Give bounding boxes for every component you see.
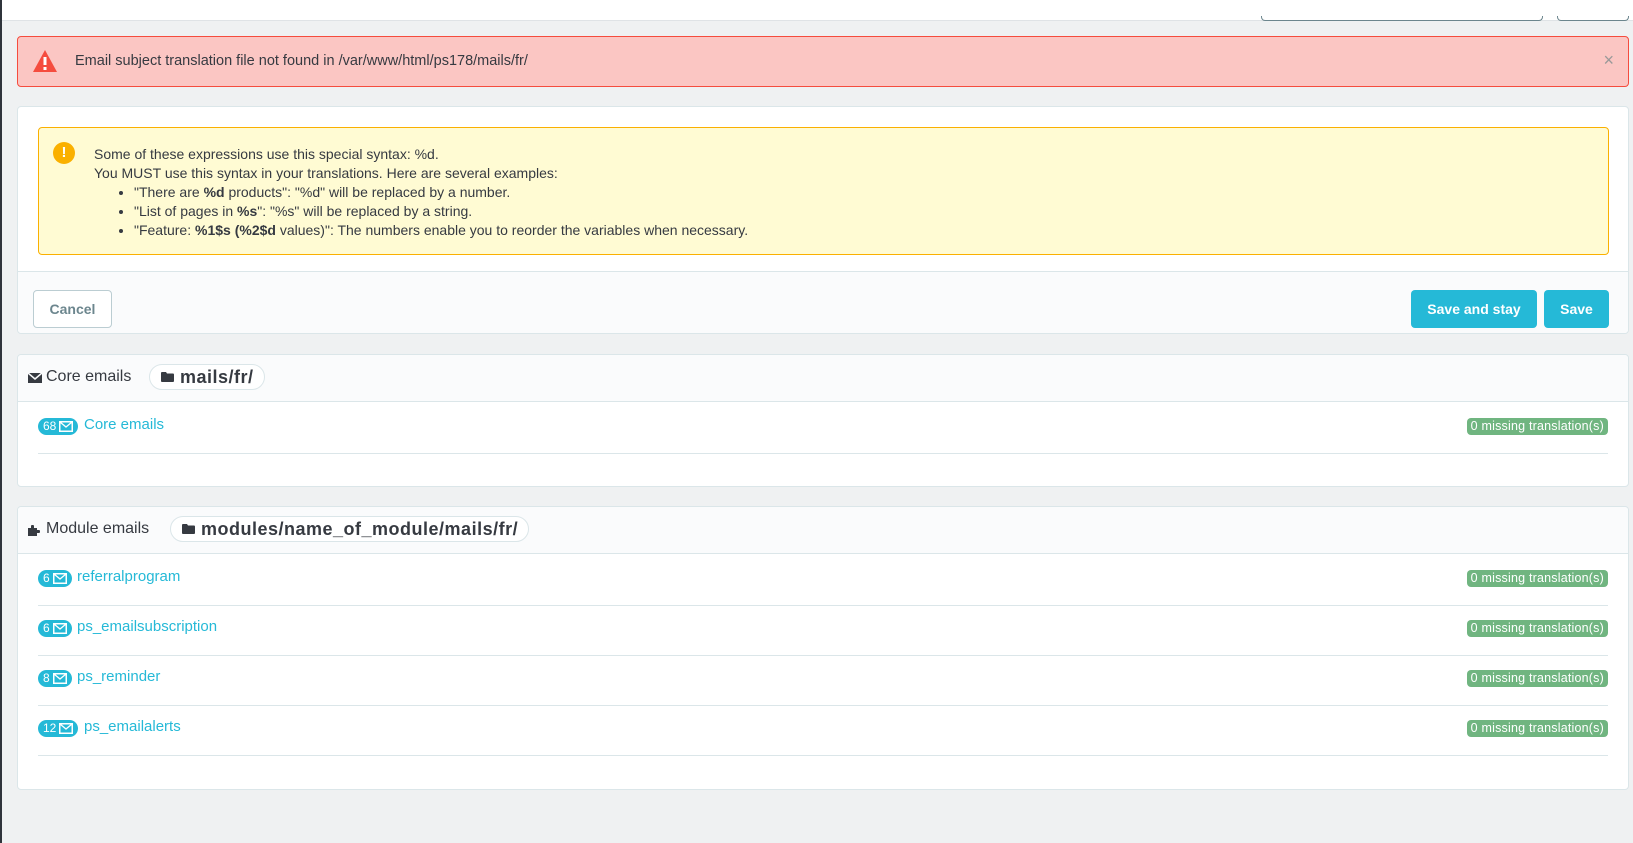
missing-translations-badge: 0 missing translation(s) (1466, 570, 1608, 587)
example-item: "List of pages in %s": "%s" will be repl… (134, 202, 748, 221)
list-item: 8 ps_reminder 0 missing translation(s) (38, 655, 1608, 706)
example-item: "There are %d products": "%d" will be re… (134, 183, 748, 202)
translation-form-panel: ! Some of these expressions use this spe… (17, 106, 1629, 334)
warning-line: Some of these expressions use this speci… (94, 146, 439, 162)
module-emails-panel: Module emails modules/name_of_module/mai… (17, 506, 1629, 790)
syntax-warning-alert: ! Some of these expressions use this spe… (38, 127, 1609, 255)
core-emails-panel: Core emails mails/fr/ 68 Core emails 0 m… (17, 354, 1629, 487)
error-alert: Email subject translation file not found… (17, 36, 1629, 87)
exclamation-circle-icon: ! (53, 142, 75, 164)
path-badge: mails/fr/ (149, 364, 265, 390)
email-link[interactable]: ps_reminder (77, 668, 160, 685)
path-badge: modules/name_of_module/mails/fr/ (170, 516, 530, 542)
warning-content: Some of these expressions use this speci… (94, 145, 748, 240)
folder-icon (161, 372, 174, 382)
close-icon[interactable]: × (1603, 50, 1614, 70)
panel-title: Core emails (46, 368, 132, 385)
warning-triangle-icon (33, 50, 57, 72)
envelope-outline-icon (59, 421, 74, 432)
list-item: 68 Core emails 0 missing translation(s) (38, 403, 1608, 454)
missing-translations-badge: 0 missing translation(s) (1466, 720, 1608, 737)
examples-list: "There are %d products": "%d" will be re… (94, 183, 748, 240)
save-button[interactable]: Save (1544, 290, 1609, 328)
email-link[interactable]: Core emails (84, 416, 164, 433)
email-link[interactable]: ps_emailalerts (84, 718, 181, 735)
cancel-button[interactable]: Cancel (33, 290, 112, 328)
email-count-badge: 6 (38, 620, 72, 637)
envelope-outline-icon (52, 623, 67, 634)
email-link[interactable]: ps_emailsubscription (77, 618, 217, 635)
missing-translations-badge: 0 missing translation(s) (1466, 418, 1608, 435)
envelope-outline-icon (52, 673, 67, 684)
left-rail (0, 0, 2, 843)
form-footer: Cancel Save and stay Save (18, 271, 1628, 333)
list-item: 6 referralprogram 0 missing translation(… (38, 555, 1608, 606)
envelope-outline-icon (59, 723, 74, 734)
folder-icon (182, 524, 195, 534)
save-and-stay-button[interactable]: Save and stay (1411, 290, 1537, 328)
top-toolbar (2, 0, 1633, 21)
email-link[interactable]: referralprogram (77, 568, 180, 585)
error-message: Email subject translation file not found… (75, 53, 528, 69)
email-count-badge: 8 (38, 670, 72, 687)
email-count-badge: 6 (38, 570, 72, 587)
panel-heading: Core emails mails/fr/ (18, 355, 1628, 402)
panel-heading: Module emails modules/name_of_module/mai… (18, 507, 1628, 554)
puzzle-icon (28, 525, 40, 536)
example-item: "Feature: %1$s (%2$d values)": The numbe… (134, 221, 748, 240)
toolbar-control[interactable] (1557, 16, 1629, 21)
missing-translations-badge: 0 missing translation(s) (1466, 620, 1608, 637)
envelope-icon (28, 372, 42, 383)
list-item: 6 ps_emailsubscription 0 missing transla… (38, 605, 1608, 656)
email-count-badge: 12 (38, 720, 79, 737)
envelope-outline-icon (52, 573, 67, 584)
toolbar-control[interactable] (1261, 16, 1543, 21)
list-item: 12 ps_emailalerts 0 missing translation(… (38, 705, 1608, 756)
warning-line: You MUST use this syntax in your transla… (94, 165, 558, 181)
email-count-badge: 68 (38, 418, 79, 435)
missing-translations-badge: 0 missing translation(s) (1466, 670, 1608, 687)
panel-title: Module emails (46, 520, 150, 537)
